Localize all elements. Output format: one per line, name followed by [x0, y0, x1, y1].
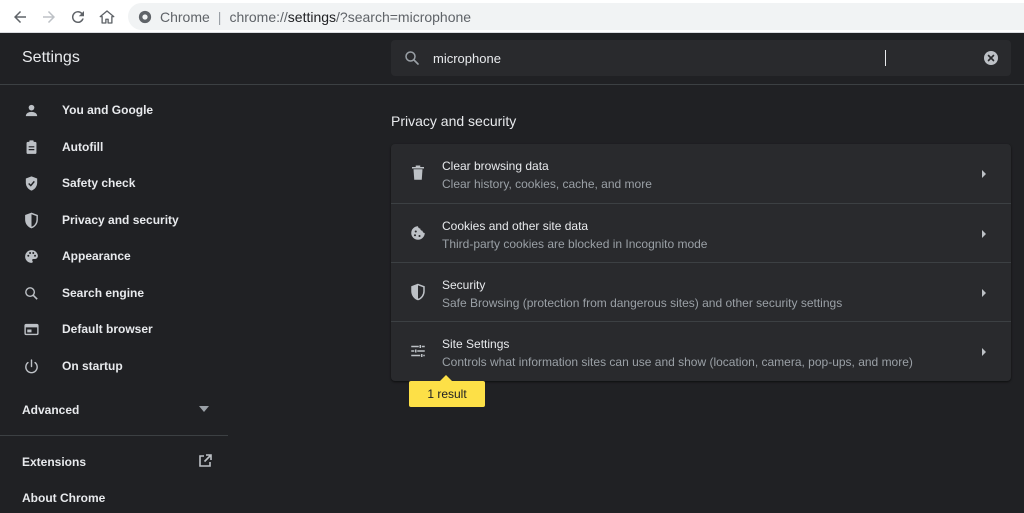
home-icon	[99, 10, 115, 24]
forward-button[interactable]	[37, 5, 61, 29]
sidebar-divider	[0, 435, 228, 436]
row-security[interactable]: Security Safe Browsing (protection from …	[391, 262, 1011, 321]
row-title: Cookies and other site data	[442, 219, 589, 233]
sidebar-item-label: You and Google	[62, 103, 154, 117]
clear-search-icon[interactable]	[983, 50, 999, 66]
row-title: Clear browsing data	[442, 159, 549, 173]
sidebar-item-label: Search engine	[62, 286, 145, 300]
chevron-right-icon	[982, 348, 986, 356]
search-result-badge: 1 result	[409, 375, 485, 407]
advanced-label: Advanced	[22, 403, 80, 417]
sidebar-item-label: Default browser	[62, 322, 153, 336]
row-clear-browsing-data[interactable]: Clear browsing data Clear history, cooki…	[391, 144, 1011, 203]
home-button[interactable]	[95, 5, 119, 29]
sidebar-item-extensions[interactable]: Extensions	[0, 444, 228, 480]
cookie-icon	[411, 226, 425, 240]
shield-check-icon	[22, 174, 40, 192]
power-icon	[22, 357, 40, 375]
row-title: Security	[442, 278, 486, 292]
url-host: settings	[287, 8, 337, 25]
sidebar-advanced-toggle[interactable]: Advanced	[0, 392, 228, 428]
shield-half-icon	[411, 283, 425, 301]
arrow-left-icon	[14, 11, 26, 23]
search-box[interactable]	[391, 40, 1011, 76]
sidebar-item-on-startup[interactable]: On startup	[0, 348, 228, 384]
omnibox-separator: |	[217, 8, 222, 25]
tune-icon	[411, 345, 425, 357]
settings-header: Settings	[0, 33, 1024, 85]
sidebar-item-default-browser[interactable]: Default browser	[0, 311, 228, 347]
row-subtitle: Clear history, cookies, cache, and more	[442, 177, 652, 191]
sidebar-item-you-and-google[interactable]: You and Google	[0, 92, 228, 128]
sidebar-item-label: Appearance	[62, 249, 131, 263]
search-icon	[405, 51, 419, 65]
sidebar-item-safety-check[interactable]: Safety check	[0, 165, 228, 201]
chevron-down-icon	[199, 406, 209, 412]
chevron-right-icon	[982, 289, 986, 297]
reload-button[interactable]	[66, 5, 90, 29]
settings-sidebar: You and Google Autofill Safety check Pri…	[0, 86, 228, 513]
url-text: chrome://settings/?search=microphone	[229, 9, 471, 25]
clipboard-icon	[22, 138, 40, 156]
browser-toolbar: Chrome | chrome://settings/?search=micro…	[0, 0, 1024, 33]
row-subtitle: Controls what information sites can use …	[442, 355, 913, 369]
reload-icon	[71, 11, 84, 24]
page-title: Settings	[22, 49, 80, 66]
about-label: About Chrome	[22, 491, 106, 505]
open-in-new-icon	[199, 454, 212, 467]
trash-icon	[412, 165, 424, 180]
sidebar-item-label: On startup	[62, 359, 123, 373]
sidebar-item-autofill[interactable]: Autofill	[0, 129, 228, 165]
palette-icon	[22, 247, 40, 265]
url-path: /?search=microphone	[336, 8, 472, 25]
row-cookies[interactable]: Cookies and other site data Third-party …	[391, 203, 1011, 262]
chrome-logo-icon	[138, 10, 152, 24]
sidebar-item-privacy-and-security[interactable]: Privacy and security	[0, 202, 228, 238]
row-subtitle: Safe Browsing (protection from dangerous…	[442, 296, 843, 310]
browser-window-icon	[22, 320, 40, 338]
omnibox-chip-label: Chrome	[160, 8, 210, 25]
row-subtitle: Third-party cookies are blocked in Incog…	[442, 237, 708, 251]
sidebar-item-label: Autofill	[62, 140, 104, 154]
row-title: Site Settings	[442, 337, 510, 351]
text-caret	[885, 50, 886, 66]
section-title: Privacy and security	[391, 113, 517, 129]
shield-half-icon	[22, 211, 40, 229]
search-input[interactable]	[433, 48, 953, 68]
extensions-label: Extensions	[22, 455, 87, 469]
privacy-settings-card: Clear browsing data Clear history, cooki…	[391, 144, 1011, 381]
sidebar-item-label: Safety check	[62, 176, 136, 190]
chevron-right-icon	[982, 170, 986, 178]
chevron-right-icon	[982, 230, 986, 238]
search-icon	[22, 284, 40, 302]
url-scheme: chrome://	[229, 8, 288, 25]
sidebar-item-label: Privacy and security	[62, 213, 179, 227]
sidebar-item-search-engine[interactable]: Search engine	[0, 275, 228, 311]
person-icon	[22, 101, 40, 119]
sidebar-item-appearance[interactable]: Appearance	[0, 238, 228, 274]
back-button[interactable]	[8, 5, 32, 29]
sidebar-item-about-chrome[interactable]: About Chrome	[0, 480, 228, 513]
arrow-right-icon	[43, 11, 55, 23]
row-site-settings[interactable]: Site Settings Controls what information …	[391, 321, 1011, 380]
address-bar[interactable]: Chrome | chrome://settings/?search=micro…	[128, 3, 1024, 30]
